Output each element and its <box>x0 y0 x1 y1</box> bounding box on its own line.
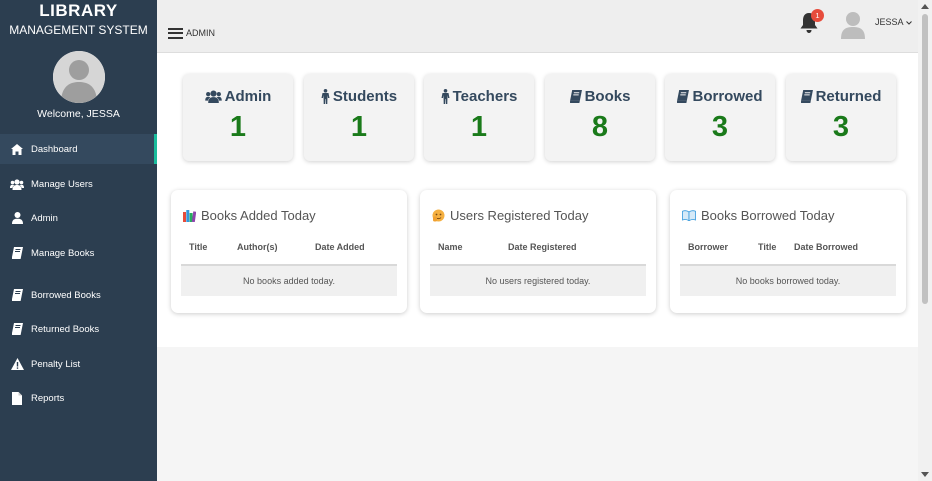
home-icon <box>10 142 24 156</box>
stat-label: Teachers <box>452 88 518 105</box>
books-icon <box>183 209 196 222</box>
table-header: Title Author(s) Date Added <box>181 230 397 266</box>
sidebar-item-label: Manage Books <box>31 247 95 259</box>
empty-row: No books added today. <box>181 266 397 296</box>
stat-card-books[interactable]: Books 8 <box>545 74 655 161</box>
scroll-up-arrow-icon[interactable] <box>921 4 929 9</box>
column-header: Title <box>189 242 208 252</box>
face-icon <box>432 209 445 222</box>
brand-title: LIBRARY <box>39 1 118 20</box>
hamburger-icon <box>168 25 183 41</box>
stat-card-admin[interactable]: Admin 1 <box>183 74 293 161</box>
sidebar-item-borrowed-books[interactable]: Borrowed Books <box>0 280 157 310</box>
panel-users-registered-today: Users Registered Today Name Date Registe… <box>420 190 656 313</box>
book-icon <box>10 288 24 302</box>
table-header: Name Date Registered <box>430 230 646 266</box>
stat-value: 1 <box>229 111 247 143</box>
stat-card-returned[interactable]: Returned 3 <box>786 74 896 161</box>
sidebar-item-returned-books[interactable]: Returned Books <box>0 314 157 344</box>
sidebar-item-label: Dashboard <box>31 143 78 155</box>
person-avatar-icon <box>841 12 865 39</box>
empty-row: No books borrowed today. <box>680 266 896 296</box>
sidebar-item-dashboard[interactable]: Dashboard <box>0 134 157 164</box>
sidebar-item-label: Borrowed Books <box>31 289 101 301</box>
book-icon <box>569 90 582 103</box>
male-icon <box>441 89 450 104</box>
users-icon <box>10 177 24 191</box>
users-icon <box>204 90 222 103</box>
warning-icon <box>10 357 24 371</box>
scroll-thumb[interactable] <box>922 14 928 304</box>
sidebar-item-label: Returned Books <box>31 323 100 335</box>
books-borrowed-table: Borrower Title Date Borrowed No books bo… <box>680 230 896 296</box>
column-header: Author(s) <box>237 242 278 252</box>
stat-value: 3 <box>832 111 850 143</box>
books-added-table: Title Author(s) Date Added No books adde… <box>181 230 397 296</box>
stat-label: Books <box>584 88 631 105</box>
stat-value: 3 <box>711 111 729 143</box>
user-name: JESSA <box>875 17 904 27</box>
user-avatar[interactable] <box>841 11 865 39</box>
book-icon <box>800 90 813 103</box>
stat-card-students[interactable]: Students 1 <box>304 74 414 161</box>
table-header: Borrower Title Date Borrowed <box>680 230 896 266</box>
stat-card-teachers[interactable]: Teachers 1 <box>424 74 534 161</box>
male-icon <box>321 89 330 104</box>
brand: LIBRARY MANAGEMENT SYSTEM <box>0 0 157 39</box>
book-icon <box>10 322 24 336</box>
brand-subtitle: MANAGEMENT SYSTEM <box>9 23 148 37</box>
book-icon <box>677 90 690 103</box>
notification-badge: 1 <box>811 9 824 22</box>
panel-title: Books Added Today <box>201 208 316 223</box>
user-icon <box>10 211 24 225</box>
stat-label: Borrowed <box>692 88 763 105</box>
menu-toggle-button[interactable]: ADMIN <box>168 25 215 41</box>
file-icon <box>10 391 24 405</box>
menu-label: ADMIN <box>186 28 215 38</box>
column-header: Borrower <box>688 242 729 252</box>
users-registered-table: Name Date Registered No users registered… <box>430 230 646 296</box>
sidebar: LIBRARY MANAGEMENT SYSTEM Welcome, JESSA… <box>0 0 157 481</box>
sidebar-item-manage-books[interactable]: Manage Books <box>0 238 157 268</box>
vertical-scrollbar[interactable] <box>918 0 932 481</box>
sidebar-item-manage-users[interactable]: Manage Users <box>0 169 157 199</box>
avatar <box>52 51 105 103</box>
welcome-text: Welcome, JESSA <box>37 108 120 120</box>
sidebar-item-reports[interactable]: Reports <box>0 383 157 413</box>
column-header: Name <box>438 242 463 252</box>
panel-books-borrowed-today: Books Borrowed Today Borrower Title Date… <box>670 190 906 313</box>
sidebar-item-admin[interactable]: Admin <box>0 203 157 233</box>
sidebar-item-label: Penalty List <box>31 358 81 370</box>
column-header: Date Registered <box>508 242 577 252</box>
sidebar-item-penalty-list[interactable]: Penalty List <box>0 349 157 379</box>
column-header: Date Added <box>315 242 365 252</box>
sidebar-item-label: Admin <box>31 212 58 224</box>
panel-title: Books Borrowed Today <box>701 208 835 223</box>
stat-value: 8 <box>591 111 609 143</box>
panel-books-added-today: Books Added Today Title Author(s) Date A… <box>171 190 407 313</box>
book-icon <box>10 246 24 260</box>
column-header: Title <box>758 242 777 252</box>
sidebar-item-label: Reports <box>31 392 65 404</box>
scroll-down-arrow-icon[interactable] <box>921 472 929 477</box>
person-avatar-icon <box>52 51 105 103</box>
open-book-icon <box>682 210 696 221</box>
column-header: Date Borrowed <box>794 242 859 252</box>
stat-value: 1 <box>470 111 488 143</box>
top-bar: ADMIN 1 JESSA <box>157 0 918 53</box>
stat-label: Students <box>332 88 398 105</box>
sidebar-item-label: Manage Users <box>31 178 93 190</box>
stat-value: 1 <box>350 111 368 143</box>
chevron-down-icon <box>905 17 912 27</box>
user-menu-dropdown[interactable]: JESSA <box>875 17 912 27</box>
stat-label: Returned <box>815 88 882 105</box>
empty-row: No users registered today. <box>430 266 646 296</box>
stat-card-borrowed[interactable]: Borrowed 3 <box>665 74 775 161</box>
stat-label: Admin <box>224 88 272 105</box>
panel-title: Users Registered Today <box>450 208 589 223</box>
